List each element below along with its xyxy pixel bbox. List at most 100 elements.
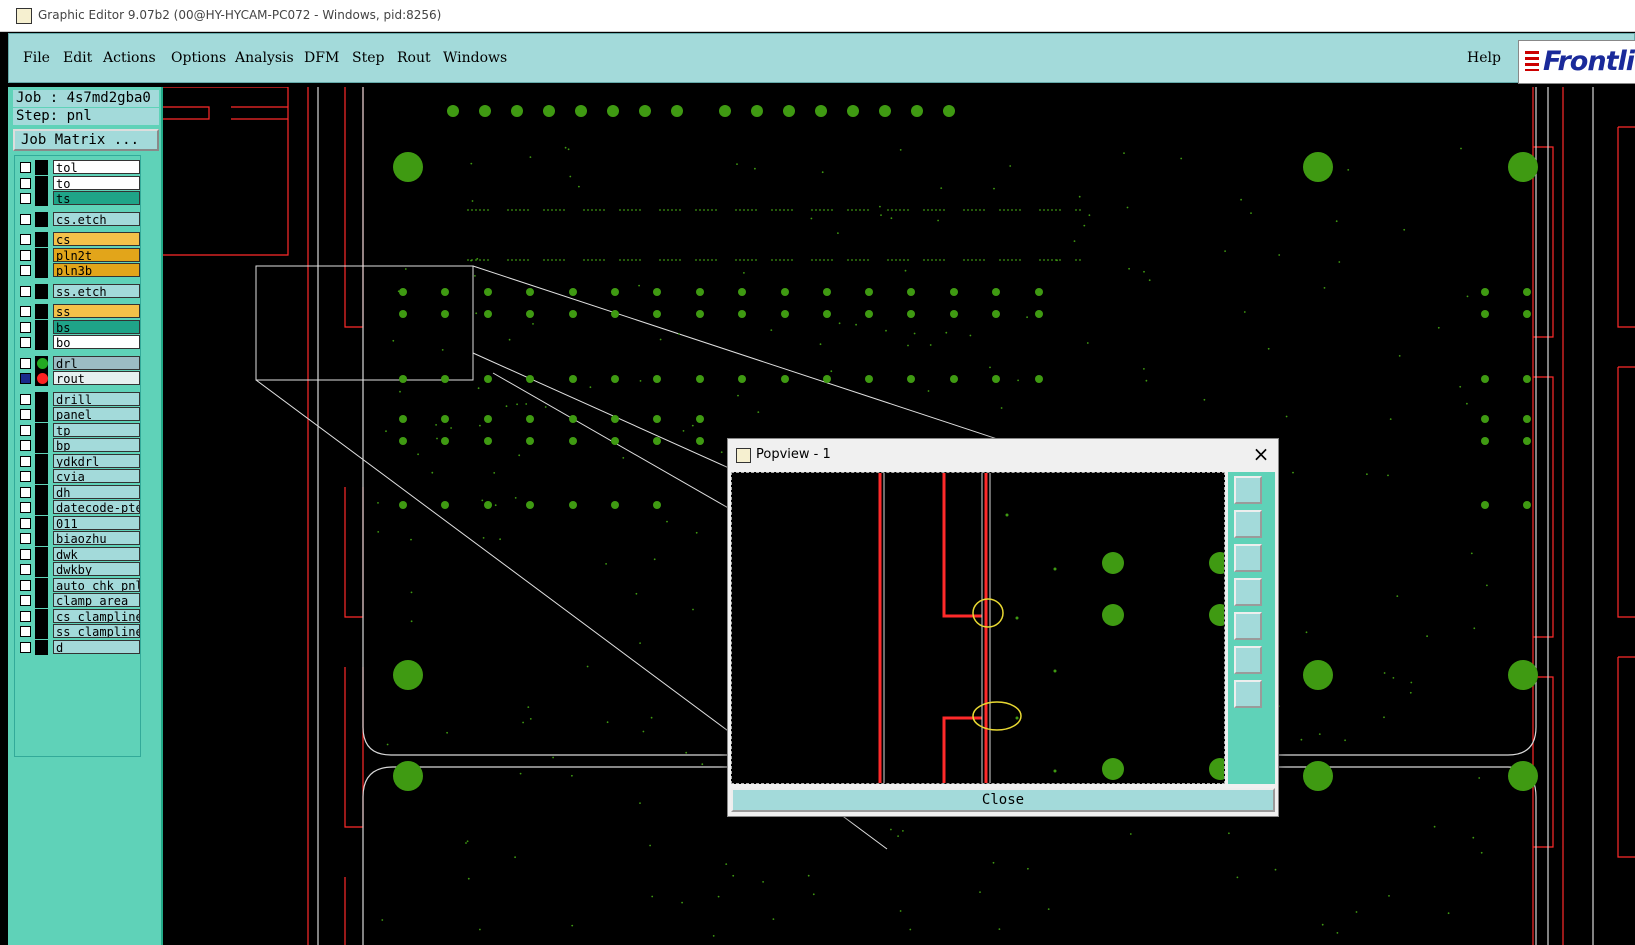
layer-checkbox[interactable] bbox=[20, 564, 31, 575]
close-button[interactable]: Close bbox=[731, 788, 1275, 812]
layer-row-bp[interactable]: bp bbox=[15, 438, 140, 453]
close-icon[interactable]: × bbox=[1248, 441, 1274, 467]
pan-right-icon[interactable] bbox=[1234, 612, 1262, 640]
menu-dfm[interactable]: DFM bbox=[304, 50, 339, 66]
layer-row-cs-clampline[interactable]: cs_clampline bbox=[15, 608, 140, 624]
pan-down-icon[interactable] bbox=[1234, 544, 1262, 572]
menu-edit[interactable]: Edit bbox=[63, 50, 92, 66]
layer-checkbox[interactable] bbox=[20, 321, 31, 333]
layer-name[interactable]: dwk bbox=[53, 546, 140, 561]
layer-row-pln2t[interactable]: pln2t bbox=[15, 247, 140, 263]
layer-checkbox[interactable] bbox=[20, 213, 31, 225]
layer-name[interactable]: bo bbox=[53, 335, 140, 349]
layer-name[interactable]: tol bbox=[53, 160, 140, 174]
layer-checkbox[interactable] bbox=[20, 249, 31, 261]
menu-actions[interactable]: Actions bbox=[103, 50, 156, 66]
layer-checkbox[interactable] bbox=[20, 306, 31, 317]
layer-name[interactable]: datecode-pte bbox=[53, 500, 140, 514]
layer-name[interactable]: dh bbox=[53, 484, 140, 499]
layer-checkbox[interactable] bbox=[20, 610, 31, 622]
layer-name[interactable]: cvia bbox=[53, 469, 140, 483]
zoom-in-icon[interactable] bbox=[1234, 680, 1262, 708]
layer-name[interactable]: to bbox=[53, 175, 140, 190]
layer-checkbox[interactable] bbox=[20, 409, 31, 420]
layer-checkbox[interactable] bbox=[20, 486, 31, 498]
layer-row-biaozhu[interactable]: biaozhu bbox=[15, 531, 140, 546]
layer-name[interactable]: bs bbox=[53, 319, 140, 334]
layer-row-tp[interactable]: tp bbox=[15, 422, 140, 438]
layer-checkbox[interactable] bbox=[20, 234, 31, 245]
layer-row-d[interactable]: d bbox=[15, 639, 140, 655]
layer-name[interactable]: bp bbox=[53, 438, 140, 452]
layer-checkbox[interactable] bbox=[20, 193, 31, 204]
layer-name[interactable]: drill bbox=[53, 391, 140, 406]
layer-name[interactable]: cs_clampline bbox=[53, 608, 140, 623]
layer-row-dwkby[interactable]: dwkby bbox=[15, 562, 140, 577]
layer-name[interactable]: drl bbox=[53, 355, 140, 370]
layer-row-to[interactable]: to bbox=[15, 175, 140, 191]
layer-checkbox[interactable] bbox=[20, 626, 31, 637]
layer-name[interactable]: ss_clampline bbox=[53, 624, 140, 638]
layer-row-panel[interactable]: panel bbox=[15, 407, 140, 422]
layer-checkbox[interactable] bbox=[20, 440, 31, 451]
menu-analysis[interactable]: Analysis bbox=[235, 50, 294, 66]
layer-row-drl[interactable]: drl bbox=[15, 355, 140, 371]
layer-checkbox[interactable] bbox=[20, 455, 31, 467]
layer-name[interactable]: d bbox=[53, 639, 140, 654]
menu-step[interactable]: Step bbox=[352, 50, 384, 66]
layer-row-drill[interactable]: drill bbox=[15, 391, 140, 407]
menu-options[interactable]: Options bbox=[171, 50, 226, 66]
layer-row-011[interactable]: 011 bbox=[15, 515, 140, 531]
layer-name[interactable]: panel bbox=[53, 407, 140, 421]
menu-file[interactable]: File bbox=[23, 50, 50, 66]
layer-checkbox[interactable] bbox=[20, 265, 31, 276]
menu-rout[interactable]: Rout bbox=[397, 50, 431, 66]
layer-checkbox[interactable] bbox=[20, 595, 31, 606]
layer-row-dwk[interactable]: dwk bbox=[15, 546, 140, 562]
layer-name[interactable]: dwkby bbox=[53, 562, 140, 576]
layer-row-ss[interactable]: ss bbox=[15, 304, 140, 319]
layer-checkbox[interactable] bbox=[20, 177, 31, 189]
layer-checkbox[interactable] bbox=[20, 285, 31, 297]
zoom-home-icon[interactable] bbox=[1234, 476, 1262, 504]
layer-checkbox[interactable] bbox=[20, 533, 31, 544]
layer-row-pln3b[interactable]: pln3b bbox=[15, 263, 140, 278]
layer-name[interactable]: biaozhu bbox=[53, 531, 140, 545]
menu-help[interactable]: Help bbox=[1467, 50, 1501, 66]
layer-checkbox[interactable] bbox=[20, 162, 31, 173]
layer-checkbox[interactable] bbox=[20, 548, 31, 560]
layer-name[interactable]: 011 bbox=[53, 515, 140, 530]
layer-row-cs-etch[interactable]: cs.etch bbox=[15, 211, 140, 227]
menu-windows[interactable]: Windows bbox=[443, 50, 507, 66]
layer-row-auto-chk-pnl[interactable]: auto_chk_pnl bbox=[15, 577, 140, 593]
layer-checkbox[interactable] bbox=[20, 337, 31, 348]
layer-checkbox[interactable] bbox=[20, 393, 31, 405]
layer-checkbox[interactable] bbox=[20, 357, 31, 369]
layer-row-dh[interactable]: dh bbox=[15, 484, 140, 500]
pan-left-icon[interactable] bbox=[1234, 578, 1262, 606]
layer-name[interactable]: pln3b bbox=[53, 263, 140, 277]
layer-checkbox[interactable] bbox=[20, 641, 31, 653]
layer-name[interactable]: cs.etch bbox=[53, 211, 140, 226]
pan-up-icon[interactable] bbox=[1234, 510, 1262, 538]
layer-row-ss-etch[interactable]: ss.etch bbox=[15, 283, 140, 299]
layer-row-tol[interactable]: tol bbox=[15, 160, 140, 175]
graphic-canvas[interactable]: Popview - 1 × Close bbox=[163, 87, 1635, 945]
layer-row-ydkdrl[interactable]: ydkdrl bbox=[15, 453, 140, 469]
layer-row-ts[interactable]: ts bbox=[15, 191, 140, 206]
layer-row-bo[interactable]: bo bbox=[15, 335, 140, 350]
popview-canvas[interactable] bbox=[731, 472, 1225, 784]
layer-row-ss-clampline[interactable]: ss_clampline bbox=[15, 624, 140, 639]
layer-row-bs[interactable]: bs bbox=[15, 319, 140, 335]
layer-row-cs[interactable]: cs bbox=[15, 232, 140, 247]
layer-name[interactable]: ss.etch bbox=[53, 283, 140, 298]
layer-checkbox[interactable] bbox=[20, 471, 31, 482]
layer-checkbox[interactable] bbox=[20, 424, 31, 436]
layer-name[interactable]: pln2t bbox=[53, 247, 140, 262]
layer-row-cvia[interactable]: cvia bbox=[15, 469, 140, 484]
layer-name[interactable]: cs bbox=[53, 232, 140, 246]
layer-checkbox[interactable] bbox=[20, 517, 31, 529]
layer-name[interactable]: ts bbox=[53, 191, 140, 205]
layer-checkbox[interactable] bbox=[20, 373, 31, 384]
layer-name[interactable]: ss bbox=[53, 304, 140, 318]
